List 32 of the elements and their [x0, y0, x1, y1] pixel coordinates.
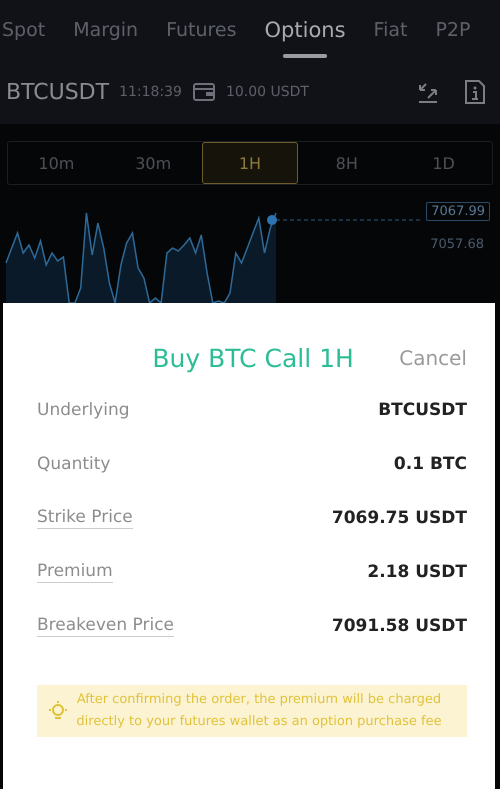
interval-tab[interactable]: 30m: [104, 142, 202, 184]
field-label: Underlying: [37, 400, 130, 420]
balance-label: 10.00 USDT: [226, 84, 309, 100]
lightbulb-icon: [47, 700, 69, 722]
interval-tab[interactable]: 1H: [202, 142, 298, 184]
axis-label: 7057.68: [430, 237, 484, 252]
field-label[interactable]: Premium: [37, 561, 113, 583]
cancel-button[interactable]: Cancel: [399, 346, 467, 370]
field-label[interactable]: Breakeven Price: [37, 615, 174, 637]
field-value: 2.18 USDT: [367, 562, 467, 582]
field-value: 7091.58 USDT: [332, 616, 467, 636]
field-label[interactable]: Strike Price: [37, 507, 133, 529]
price-tag: 7067.99: [426, 202, 490, 221]
wallet-icon: [192, 82, 216, 102]
field-label: Quantity: [37, 454, 110, 474]
field-value: 0.1 BTC: [394, 454, 467, 474]
dialog-title: Buy BTC Call 1H: [151, 344, 355, 372]
market-tab[interactable]: P2P: [421, 0, 484, 60]
symbol-label: BTCUSDT: [6, 80, 110, 104]
interval-tab[interactable]: 10m: [8, 142, 105, 184]
market-tab[interactable]: Options: [250, 0, 360, 60]
notice-text: After confirming the order, the premium will be charged directly to your futures wallet as an option purchase fee: [75, 691, 443, 731]
market-tab[interactable]: Fiat: [360, 0, 422, 60]
info-icon[interactable]: [464, 79, 486, 105]
market-tab[interactable]: Margin: [59, 0, 152, 60]
market-tab[interactable]: Futures: [152, 0, 251, 60]
interval-tab[interactable]: 8H: [298, 142, 396, 184]
market-tab[interactable]: Spot: [0, 0, 60, 60]
field-value: 7069.75 USDT: [332, 508, 467, 528]
interval-tab[interactable]: 1D: [395, 142, 492, 184]
time-label: 11:18:39: [119, 84, 182, 100]
field-value: BTCUSDT: [378, 400, 467, 420]
